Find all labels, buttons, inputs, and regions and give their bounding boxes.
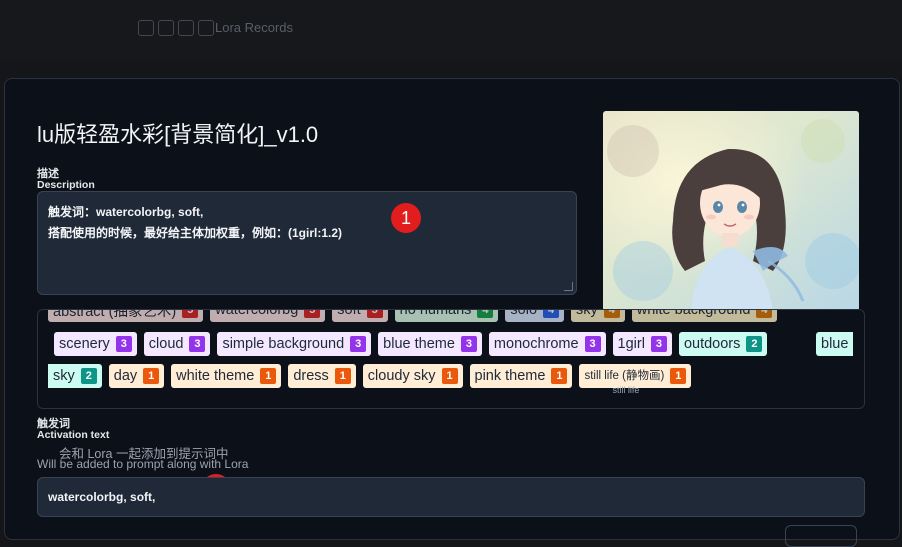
tag-label: pink theme bbox=[474, 368, 546, 384]
tag-count: 1 bbox=[260, 368, 277, 384]
description-line-2: 搭配使用的时候，最好给主体加权重，例如：(1girl:1.2) bbox=[48, 226, 343, 240]
tag-label: dress bbox=[293, 368, 329, 384]
resize-handle-icon[interactable] bbox=[564, 282, 573, 291]
tags-panel: abstract (抽象艺术) 5 watercolorbg 5 soft 5 no hum… bbox=[37, 309, 865, 409]
tag-ghost-label: still life bbox=[612, 384, 640, 395]
description-textarea[interactable]: 触发词：watercolorbg, soft, 搭配使用的时候，最好给主体加权重… bbox=[37, 191, 577, 295]
square-icon[interactable] bbox=[198, 20, 214, 36]
tags-row-2: sky 2 day 1 white theme 1 dress 1 cloudy sky 1 p… bbox=[48, 364, 692, 395]
toolbar-faded-text: Lora Records bbox=[215, 20, 294, 35]
tag-count: 1 bbox=[670, 368, 687, 384]
tags-row-partial: abstract (抽象艺术) 5 watercolorbg 5 soft 5 no hum… bbox=[48, 309, 778, 322]
tag-label: scenery bbox=[59, 336, 110, 352]
description-label-en: Description bbox=[37, 179, 95, 191]
tag-item[interactable]: solo 4 bbox=[505, 309, 565, 322]
tag-label: no humans bbox=[399, 309, 472, 318]
tag-item[interactable]: simple background 3 bbox=[217, 332, 372, 356]
tag-count: 5 bbox=[304, 310, 321, 318]
tag-label: blue theme bbox=[383, 336, 455, 352]
tag-label: soft bbox=[337, 309, 361, 318]
tags-row-2-items: day 1 white theme 1 dress 1 cloudy sky 1 pink th… bbox=[108, 364, 573, 388]
tag-label: sky bbox=[576, 309, 598, 318]
tag-count: 4 bbox=[603, 310, 620, 318]
tag-count: 2 bbox=[80, 368, 97, 384]
tag-count: 1 bbox=[441, 368, 458, 384]
tag-label: solo bbox=[510, 309, 538, 318]
tag-item[interactable]: cloud 3 bbox=[143, 332, 211, 356]
activation-label-en: Activation text bbox=[37, 429, 110, 441]
tag-item[interactable]: sky 4 bbox=[571, 309, 625, 322]
tag-count: 3 bbox=[460, 336, 477, 352]
tag-label: cloud bbox=[148, 336, 184, 352]
tag-count: 4 bbox=[543, 310, 560, 318]
tag-count: 3 bbox=[584, 336, 601, 352]
tag-item[interactable]: outdoors 2 bbox=[678, 332, 768, 356]
tag-still-life[interactable]: still life (静物画) still life 1 bbox=[579, 364, 692, 395]
tag-label: white background bbox=[636, 309, 751, 318]
description-line-1: 触发词：watercolorbg, soft, bbox=[48, 205, 204, 219]
preview-image bbox=[603, 111, 859, 311]
tag-label: sky bbox=[53, 368, 75, 384]
tag-item[interactable]: abstract (抽象艺术) 5 bbox=[48, 309, 204, 322]
tag-count: 4 bbox=[477, 310, 494, 318]
tag-item[interactable]: pink theme 1 bbox=[469, 364, 573, 388]
tag-item[interactable]: scenery 3 bbox=[54, 332, 137, 356]
tag-item[interactable]: white theme 1 bbox=[171, 364, 282, 388]
tag-label: white theme bbox=[176, 368, 255, 384]
tag-item[interactable]: no humans 4 bbox=[394, 309, 499, 322]
tag-item[interactable]: cloudy sky 1 bbox=[362, 364, 463, 388]
tags-row-1: scenery 3 cloud 3 simple background 3 blue the… bbox=[54, 332, 768, 356]
tag-label: abstract (抽象艺术) bbox=[53, 309, 177, 320]
tag-blue-sky-end[interactable]: sky 2 bbox=[48, 364, 102, 388]
tag-count: 1 bbox=[143, 368, 160, 384]
tag-label: blue bbox=[821, 336, 849, 352]
tag-count: 1 bbox=[551, 368, 568, 384]
tag-label: still life (静物画) still life bbox=[584, 369, 665, 395]
lora-title: lu版轻盈水彩[背景简化]_v1.0 bbox=[37, 122, 319, 147]
tag-label: 1girl bbox=[617, 336, 645, 352]
tag-label: simple background bbox=[222, 336, 345, 352]
tag-count: 1 bbox=[334, 368, 351, 384]
tag-item[interactable]: monochrome 3 bbox=[488, 332, 606, 356]
tag-item[interactable]: day 1 bbox=[108, 364, 165, 388]
tag-label: cloudy sky bbox=[367, 368, 436, 384]
tag-blue-sky-start[interactable]: blue bbox=[816, 332, 854, 356]
tag-count: 3 bbox=[350, 336, 367, 352]
modal-action-button[interactable] bbox=[785, 525, 857, 547]
watercolor-girl-illustration bbox=[603, 111, 859, 311]
tag-count: 2 bbox=[746, 336, 763, 352]
activation-text-input[interactable]: watercolorbg, soft, bbox=[37, 477, 865, 517]
tag-item[interactable]: dress 1 bbox=[288, 364, 356, 388]
toolbar-icons bbox=[138, 20, 214, 36]
top-toolbar: Lora Records bbox=[0, 0, 902, 60]
tag-count: 4 bbox=[756, 310, 773, 318]
tag-count: 5 bbox=[366, 310, 383, 318]
tag-count: 5 bbox=[182, 310, 199, 318]
tag-label: day bbox=[113, 368, 138, 384]
power-icon[interactable] bbox=[158, 20, 174, 36]
tag-item[interactable]: 1girl 3 bbox=[612, 332, 672, 356]
tag-label: monochrome bbox=[493, 336, 579, 352]
tag-item[interactable]: blue theme 3 bbox=[378, 332, 482, 356]
tag-item[interactable]: watercolorbg 5 bbox=[210, 309, 326, 322]
tag-item[interactable]: soft 5 bbox=[332, 309, 388, 322]
tag-label: watercolorbg bbox=[215, 309, 299, 318]
tag-item[interactable]: white background 4 bbox=[631, 309, 778, 322]
activation-hint-en: Will be added to prompt along with Lora bbox=[37, 457, 249, 471]
tag-label: outdoors bbox=[683, 336, 741, 352]
globe-icon[interactable] bbox=[178, 20, 194, 36]
tag-count: 3 bbox=[115, 336, 132, 352]
tag-count: 3 bbox=[650, 336, 667, 352]
lora-detail-modal: lu版轻盈水彩[背景简化]_v1.0 描述 Description 触发词：wa… bbox=[4, 78, 900, 547]
marker-1: 1 bbox=[391, 203, 421, 233]
checkbox-icon[interactable] bbox=[138, 20, 154, 36]
tag-count: 3 bbox=[189, 336, 206, 352]
